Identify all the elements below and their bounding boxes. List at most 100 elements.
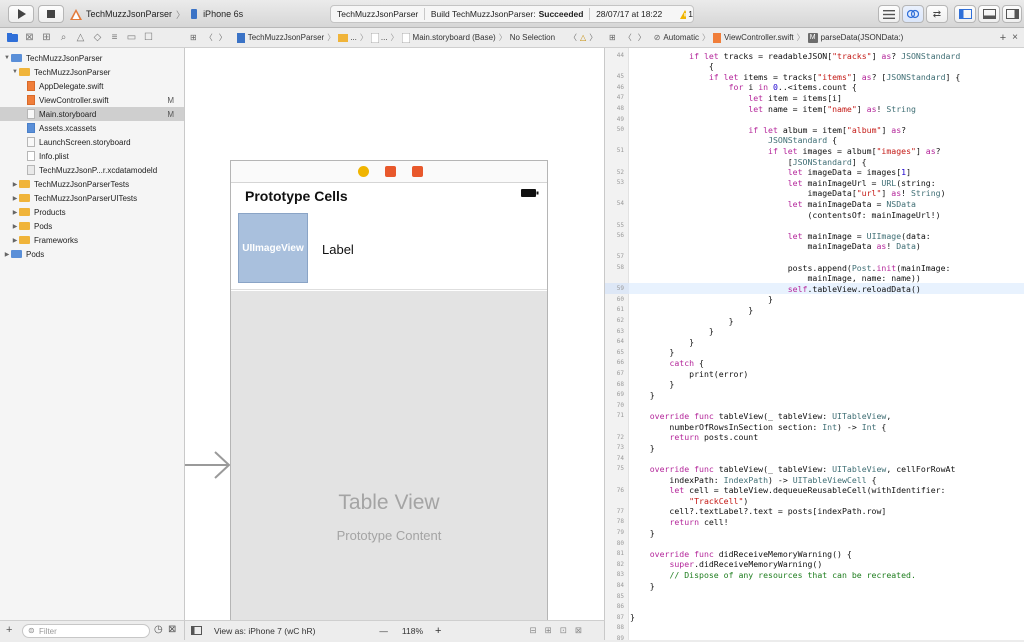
code-line[interactable]: // Dispose of any resources that can be … bbox=[630, 570, 915, 580]
line-number[interactable]: 64 bbox=[617, 338, 624, 345]
tree-item[interactable]: ▼ TechMuzzJsonParser bbox=[0, 65, 184, 79]
close-editor-icon[interactable]: × bbox=[1012, 32, 1018, 43]
tree-item[interactable]: ▶ TechMuzzJsonParserUITests bbox=[0, 191, 184, 205]
code-line[interactable]: override func didReceiveMemoryWarning() … bbox=[630, 549, 852, 559]
code-line[interactable]: } bbox=[630, 316, 734, 326]
jump-group[interactable]: ... bbox=[381, 33, 388, 42]
line-number[interactable]: 68 bbox=[617, 381, 624, 388]
forward-arrow-icon[interactable]: 〉 bbox=[219, 32, 227, 43]
line-number[interactable]: 81 bbox=[617, 550, 624, 557]
scheme-selector[interactable]: TechMuzzJsonParser 〉 iPhone 6s bbox=[70, 6, 243, 22]
line-number[interactable]: 51 bbox=[617, 147, 624, 154]
modified-files-icon[interactable]: ⊠ bbox=[168, 624, 176, 635]
code-line[interactable]: override func tableView(_ tableView: UIT… bbox=[630, 464, 956, 474]
tree-item[interactable]: Assets.xcassets bbox=[0, 121, 184, 135]
line-number[interactable]: 54 bbox=[617, 200, 624, 207]
line-number[interactable]: 61 bbox=[617, 306, 624, 313]
assistant-editor-button[interactable] bbox=[902, 5, 924, 23]
cell-label[interactable]: Label bbox=[322, 242, 354, 257]
code-line[interactable]: [JSONStandard] { bbox=[630, 157, 867, 167]
forward-arrow-icon[interactable]: 〉 bbox=[638, 32, 646, 43]
back-arrow-icon[interactable]: 〈 bbox=[205, 32, 213, 43]
jump-selection[interactable]: No Selection bbox=[510, 33, 555, 42]
disclosure-closed-icon[interactable]: ▶ bbox=[11, 181, 19, 188]
line-number[interactable]: 45 bbox=[617, 73, 624, 80]
version-editor-button[interactable]: ⇄ bbox=[926, 5, 948, 23]
code-line[interactable]: return posts.count bbox=[630, 432, 758, 442]
toggle-navigator-button[interactable] bbox=[954, 5, 976, 23]
tree-item[interactable]: ViewController.swift M bbox=[0, 93, 184, 107]
line-number[interactable]: 86 bbox=[617, 603, 624, 610]
line-number[interactable]: 50 bbox=[617, 126, 624, 133]
disclosure-closed-icon[interactable]: ▶ bbox=[11, 195, 19, 202]
resolve-issues-icon[interactable]: ⊠ bbox=[575, 625, 582, 636]
code-line[interactable]: } bbox=[630, 528, 655, 538]
run-button[interactable] bbox=[8, 5, 34, 23]
code-line[interactable]: } bbox=[630, 443, 655, 453]
jump-project[interactable]: TechMuzzJsonParser bbox=[248, 33, 324, 42]
code-line[interactable]: } bbox=[630, 294, 773, 304]
add-editor-icon[interactable]: + bbox=[1000, 32, 1006, 44]
line-number[interactable]: 71 bbox=[617, 412, 624, 419]
first-responder-icon[interactable] bbox=[385, 166, 396, 177]
code-line[interactable]: numberOfRowsInSection section: Int) -> I… bbox=[630, 422, 886, 432]
line-number[interactable]: 87 bbox=[617, 614, 624, 621]
table-view-body[interactable]: Table View Prototype Content bbox=[231, 291, 547, 629]
debug-navigator-tab[interactable]: ≡ bbox=[106, 28, 123, 48]
line-number[interactable]: 76 bbox=[617, 487, 624, 494]
jump-folder[interactable]: ... bbox=[350, 33, 357, 42]
code-line[interactable]: if let images = album["images"] as? bbox=[630, 146, 941, 156]
source-control-tab[interactable]: ⊠ bbox=[21, 28, 38, 48]
warning-count[interactable]: 1 bbox=[688, 9, 693, 19]
device-name[interactable]: iPhone 6s bbox=[203, 9, 243, 19]
jump-mode[interactable]: Automatic bbox=[663, 33, 699, 42]
line-number[interactable]: 77 bbox=[617, 508, 624, 515]
code-line[interactable]: cell?.textLabel?.text = posts[indexPath.… bbox=[630, 506, 886, 516]
disclosure-open-icon[interactable]: ▼ bbox=[11, 69, 19, 75]
line-number[interactable]: 74 bbox=[617, 455, 624, 462]
report-navigator-tab[interactable]: ☐ bbox=[140, 28, 157, 48]
code-line[interactable]: } bbox=[630, 390, 655, 400]
code-line[interactable]: let mainImageData = NSData bbox=[630, 199, 916, 209]
line-number[interactable]: 60 bbox=[617, 296, 624, 303]
code-line[interactable]: } bbox=[630, 326, 714, 336]
tree-item[interactable]: AppDelegate.swift bbox=[0, 79, 184, 93]
code-line[interactable]: mainImageData as! Data) bbox=[630, 241, 920, 251]
code-line[interactable]: } bbox=[630, 581, 655, 591]
jump-file[interactable]: ViewController.swift bbox=[724, 33, 794, 42]
code-line[interactable]: } bbox=[630, 612, 635, 622]
code-line[interactable]: return cell! bbox=[630, 517, 728, 527]
line-number[interactable]: 73 bbox=[617, 444, 624, 451]
code-line[interactable]: super.didReceiveMemoryWarning() bbox=[630, 559, 822, 569]
code-line[interactable]: let item = items[i] bbox=[630, 93, 842, 103]
code-line[interactable]: let mainImageUrl = URL(string: bbox=[630, 178, 936, 188]
code-line[interactable]: { bbox=[630, 61, 714, 71]
disclosure-closed-icon[interactable]: ▶ bbox=[11, 223, 19, 230]
jump-file[interactable]: Main.storyboard (Base) bbox=[413, 33, 496, 42]
disclosure-closed-icon[interactable]: ▶ bbox=[11, 209, 19, 216]
code-line[interactable]: JSONStandard { bbox=[630, 135, 837, 145]
line-number[interactable]: 58 bbox=[617, 264, 624, 271]
breakpoint-navigator-tab[interactable]: ▭ bbox=[123, 28, 140, 48]
previous-issue-icon[interactable]: 〈 bbox=[569, 32, 577, 43]
code-line[interactable]: mainImage, name: name)) bbox=[630, 273, 920, 283]
related-items-icon[interactable]: ⊞ bbox=[609, 33, 616, 42]
tree-item[interactable]: ▶ Products bbox=[0, 205, 184, 219]
pin-icon[interactable]: ⊡ bbox=[560, 625, 567, 636]
disclosure-closed-icon[interactable]: ▶ bbox=[3, 251, 11, 258]
document-outline-icon[interactable] bbox=[191, 626, 202, 635]
disclosure-closed-icon[interactable]: ▶ bbox=[11, 237, 19, 244]
tree-item[interactable]: ▶ Pods bbox=[0, 219, 184, 233]
image-view[interactable]: UIImageView bbox=[238, 213, 308, 283]
jump-method[interactable]: parseData(JSONData:) bbox=[821, 33, 904, 42]
prototype-cell[interactable]: UIImageView Label bbox=[231, 213, 547, 290]
line-number[interactable]: 83 bbox=[617, 571, 624, 578]
code-line[interactable]: "TrackCell") bbox=[630, 496, 748, 506]
line-number[interactable]: 46 bbox=[617, 84, 624, 91]
tree-item[interactable]: TechMuzzJsonP...r.xcdatamodeld bbox=[0, 163, 184, 177]
code-line[interactable]: self.tableView.reloadData() bbox=[630, 284, 921, 294]
line-number[interactable]: 62 bbox=[617, 317, 624, 324]
line-number[interactable]: 69 bbox=[617, 391, 624, 398]
related-items-icon[interactable]: ⊞ bbox=[190, 33, 197, 42]
code-line[interactable]: } bbox=[630, 347, 674, 357]
